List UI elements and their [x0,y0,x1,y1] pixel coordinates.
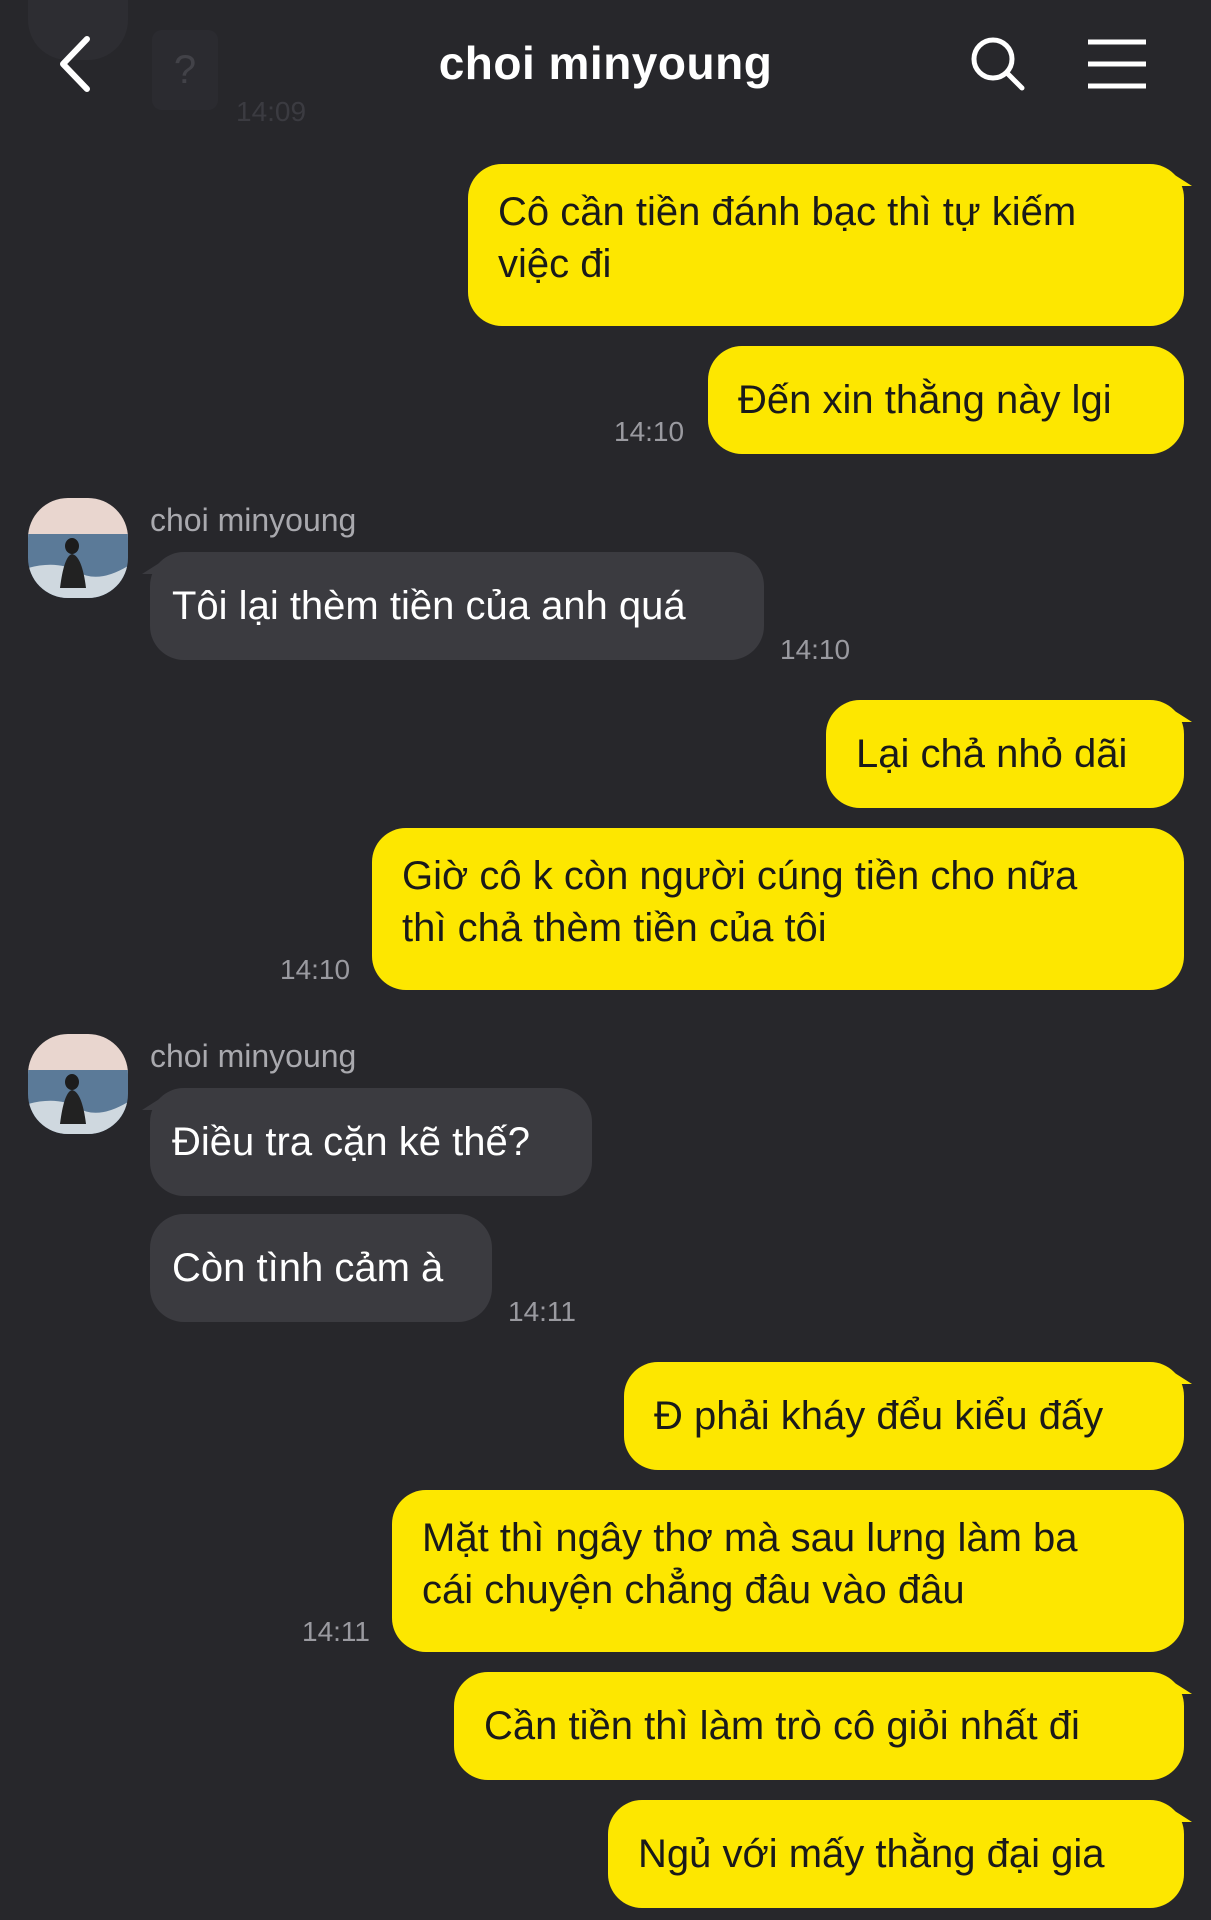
message-timestamp: 14:11 [508,1296,576,1327]
message-text: Lại chả nhỏ dãi [856,732,1128,776]
search-icon [971,37,1025,91]
message-text: Đến xin thằng này lgi [738,378,1112,422]
message-bubble-outgoing[interactable]: Ngủ với mấy thằng đại gia [608,1800,1192,1908]
message-text: Còn tình cảm à [172,1246,444,1290]
message-bubble-outgoing[interactable]: Cô cần tiền đánh bạc thì tự kiếm việc đi [468,164,1192,326]
message-bubble-incoming[interactable]: Điều tra cặn kẽ thế? [142,1088,592,1196]
message-text: Cần tiền thì làm trò cô giỏi nhất đi [484,1704,1080,1748]
message-bubble-outgoing[interactable]: Giờ cô k còn người cúng tiền cho nữa thì… [372,828,1184,990]
message-bubble-outgoing[interactable]: Cần tiền thì làm trò cô giỏi nhất đi [454,1672,1192,1780]
message-text: Tôi lại thèm tiền của anh quá [172,584,686,628]
message-bubble-outgoing[interactable]: Đ phải kháy đểu kiểu đấy [624,1362,1192,1470]
message-line: Cô cần tiền đánh bạc thì tự kiếm [498,190,1077,234]
chat-title: choi minyoung [438,37,773,89]
message-timestamp: 14:11 [302,1616,370,1647]
message-text: Điều tra cặn kẽ thế? [172,1120,530,1164]
message-timestamp: 14:10 [280,954,351,985]
chat-header: ? 14:09 choi minyoung [0,0,1211,130]
message-line: thì chả thèm tiền của tôi [402,906,827,950]
sender-name: choi minyoung [150,1038,357,1074]
contact-avatar-photo [28,498,128,598]
message-line: Giờ cô k còn người cúng tiền cho nữa [402,854,1078,898]
message-timestamp: 14:10 [780,634,851,665]
message-timestamp: 14:10 [614,416,685,447]
contact-avatar-photo [28,1034,128,1134]
message-bubble-outgoing[interactable]: Đến xin thằng này lgi [708,346,1184,454]
message-line: Mặt thì ngây thơ mà sau lưng làm ba [422,1516,1078,1560]
contact-avatar[interactable] [28,498,128,598]
hamburger-menu-icon [1088,39,1146,89]
message-bubble-outgoing[interactable]: Mặt thì ngây thơ mà sau lưng làm ba cái … [392,1490,1184,1652]
sender-name: choi minyoung [150,502,357,538]
message-bubble-outgoing[interactable]: Lại chả nhỏ dãi [826,700,1192,808]
contact-avatar[interactable] [28,1034,128,1134]
message-text: Ngủ với mấy thằng đại gia [638,1832,1105,1876]
search-button[interactable] [968,34,1028,94]
message-bubble-incoming[interactable]: Còn tình cảm à [150,1214,492,1322]
message-bubble-incoming[interactable]: Tôi lại thèm tiền của anh quá [142,552,764,660]
previous-timestamp-faded: 14:09 [236,96,307,127]
menu-button[interactable] [1086,36,1148,92]
message-text: Đ phải kháy đểu kiểu đấy [654,1394,1104,1438]
message-line: việc đi [498,242,612,286]
message-line: cái chuyện chẳng đâu vào đâu [422,1568,965,1612]
